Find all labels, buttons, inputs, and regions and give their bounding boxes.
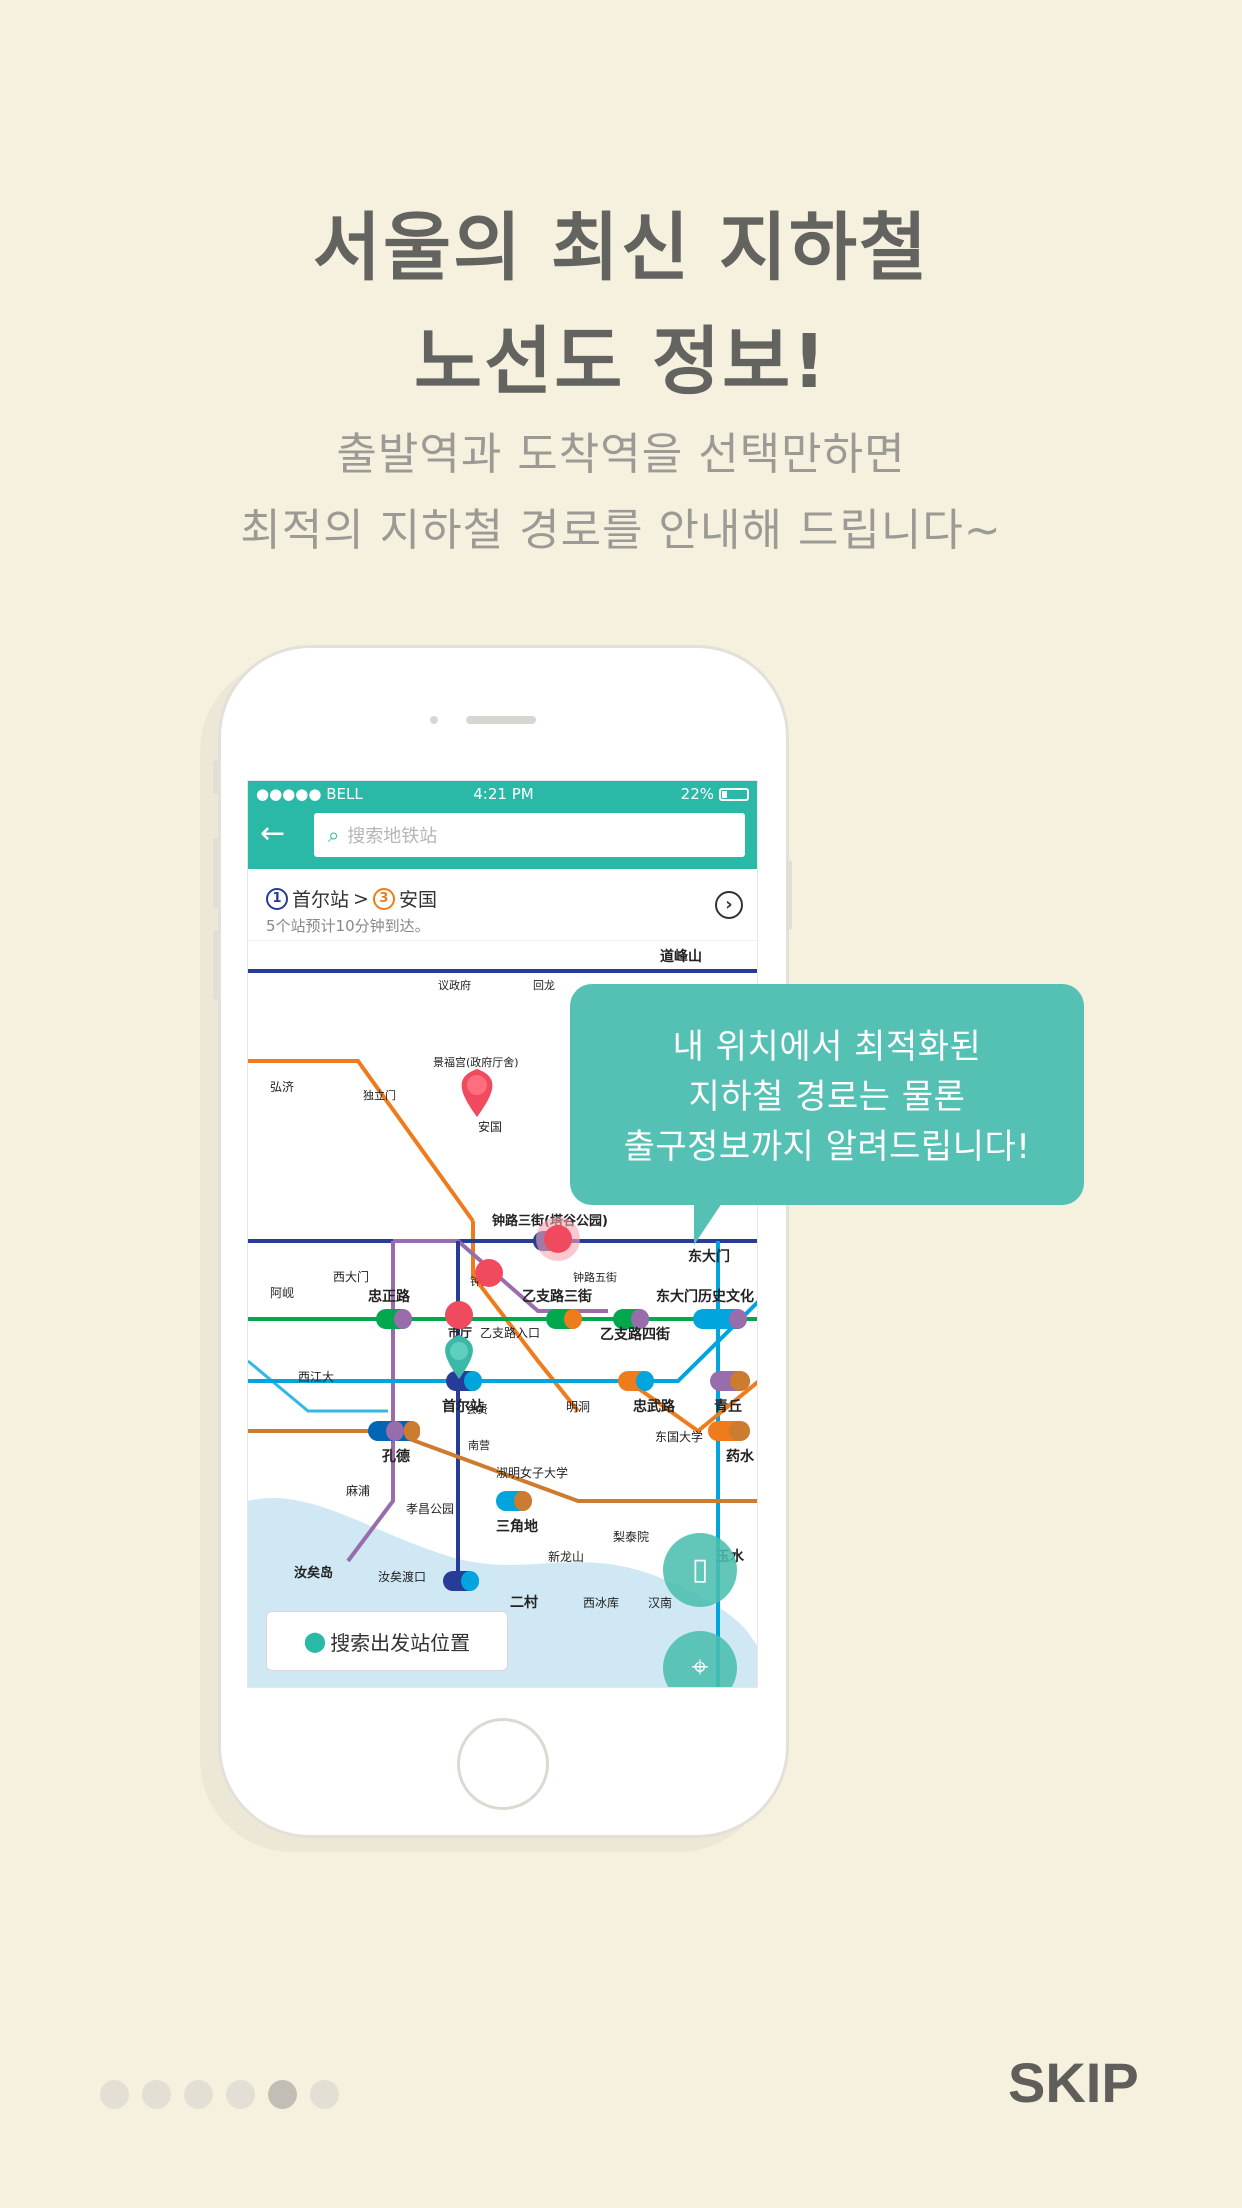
station-label: 汝矣渡口 [378, 1569, 426, 1584]
station-search-input[interactable]: ⌕ 搜索地铁站 [314, 813, 745, 857]
station-label: 淑明女子大学 [496, 1465, 568, 1480]
phone-screen: ●●●●● BELL 4:21 PM 22% ← ⌕ 搜索地铁站 1 首尔站 >… [247, 780, 758, 1688]
route-marker [445, 1301, 473, 1329]
search-start-station-label: 搜索出发站位置 [330, 1630, 471, 1655]
transfer-badge [618, 1371, 654, 1391]
phone-side-button [213, 760, 219, 794]
route-from-station: 首尔站 [292, 889, 350, 911]
transfer-badge [446, 1371, 482, 1391]
route-marker [544, 1225, 572, 1253]
station-label: 东国大学 [655, 1429, 703, 1444]
station-label: 西江大 [298, 1370, 334, 1384]
feature-callout: 내 위치에서 최적화된 지하철 경로는 물론 출구정보까지 알려드립니다! [570, 984, 1084, 1245]
route-summary-bar[interactable]: 1 首尔站 > 3 安国 5个站预计10分钟到达。 › [248, 869, 757, 941]
map-icon[interactable]: ▯ [663, 1533, 737, 1607]
location-pin-icon: ⬤ [303, 1629, 327, 1653]
station-label: 梨泰院 [613, 1530, 649, 1544]
route-line: 1 首尔站 > 3 安国 [266, 885, 437, 912]
station-label: 麻浦 [346, 1483, 370, 1498]
transfer-badge [693, 1309, 747, 1329]
transfer-badge [368, 1421, 420, 1441]
route-marker [475, 1259, 503, 1287]
station-label: 乙支路入口 [480, 1325, 540, 1340]
station-label: 三角地 [496, 1518, 538, 1535]
transfer-badge [613, 1309, 649, 1329]
phone-camera [430, 716, 438, 724]
station-label: 弘济 [270, 1079, 294, 1094]
station-label: 回龙 [533, 979, 555, 992]
subtitle-line-2: 최적의 지하철 경로를 안내해 드립니다~ [240, 505, 1002, 556]
station-label: 景福宫(政府厅舍) [433, 1055, 519, 1069]
transfer-badge [376, 1309, 412, 1329]
callout-line-3: 출구정보까지 알려드립니다! [623, 1127, 1031, 1167]
transfer-badge [708, 1421, 750, 1441]
station-label: 孔德 [382, 1448, 410, 1465]
battery-percent: 22% [680, 785, 714, 803]
station-label: 南营 [468, 1438, 490, 1452]
back-arrow-icon[interactable]: ← [260, 819, 285, 849]
subtitle-line-1: 출발역과 도착역을 선택만하면 [336, 429, 906, 480]
station-label: 忠武路 [633, 1398, 676, 1415]
station-label: 东大门历史文化 [656, 1288, 754, 1305]
page-dot[interactable] [100, 2080, 129, 2109]
station-label: 明洞 [566, 1400, 590, 1414]
callout-line-1: 내 위치에서 최적화된 [672, 1027, 982, 1067]
phone-home-button[interactable] [457, 1718, 549, 1810]
station-label: 汝矣岛 [294, 1565, 333, 1581]
page-dot[interactable] [142, 2080, 171, 2109]
headline-line-1: 서울의 최신 지하철 [312, 205, 930, 291]
line-3-badge: 3 [372, 887, 395, 910]
station-label: 乙支路三街 [522, 1288, 592, 1305]
station-label: 安国 [478, 1119, 502, 1134]
phone-side-button [786, 860, 792, 930]
station-label: 西冰库 [583, 1595, 619, 1610]
skip-button[interactable]: SKIP [1008, 2050, 1139, 2115]
phone-side-button [213, 930, 219, 1000]
transfer-badge [496, 1491, 532, 1511]
status-battery: 22% [681, 785, 749, 803]
route-to-station: 安国 [398, 889, 437, 911]
station-label: 忠正路 [368, 1288, 411, 1305]
app-bar: ●●●●● BELL 4:21 PM 22% ← ⌕ 搜索地铁站 [248, 781, 757, 869]
page-dot-active[interactable] [268, 2080, 297, 2109]
station-label: 药水 [726, 1448, 755, 1465]
station-label: 独立门 [363, 1088, 396, 1102]
station-label: 阿岘 [270, 1286, 294, 1300]
station-label: 会贤 [466, 1403, 488, 1416]
page-dot[interactable] [226, 2080, 255, 2109]
station-label: 钟路五街 [573, 1270, 617, 1284]
phone-side-button [213, 838, 219, 908]
line-1-badge: 1 [266, 887, 288, 910]
station-label: 西大门 [333, 1269, 369, 1284]
headline-line-2: 노선도 정보! [414, 319, 828, 405]
transfer-badge [443, 1571, 479, 1591]
phone-speaker [466, 716, 536, 724]
station-label: 议政府 [438, 978, 471, 992]
page-indicator [100, 2080, 339, 2109]
station-label: 二村 [510, 1594, 538, 1611]
battery-icon [719, 787, 749, 801]
search-start-station-button[interactable]: ⬤ 搜索出发站位置 [266, 1611, 508, 1671]
transfer-badge [546, 1309, 582, 1329]
station-label: 乙支路四街 [600, 1326, 670, 1343]
station-label: 东大门 [688, 1248, 730, 1265]
page-dot[interactable] [184, 2080, 213, 2109]
station-label: 新龙山 [548, 1549, 584, 1564]
station-label: 孝昌公园 [406, 1502, 454, 1516]
station-label: 道峰山 [660, 948, 702, 965]
chevron-right-icon[interactable]: › [715, 891, 743, 919]
route-separator: > [353, 887, 369, 910]
route-summary-text: 5个站预计10分钟到达。 [266, 917, 430, 935]
search-icon: ⌕ [328, 823, 340, 847]
station-label: 青丘 [714, 1398, 742, 1415]
station-label: 汉南 [648, 1595, 672, 1610]
transfer-badge [710, 1371, 750, 1391]
callout-line-2: 지하철 경로는 물론 [688, 1077, 966, 1117]
search-placeholder: 搜索地铁站 [347, 826, 438, 847]
page-dot[interactable] [310, 2080, 339, 2109]
